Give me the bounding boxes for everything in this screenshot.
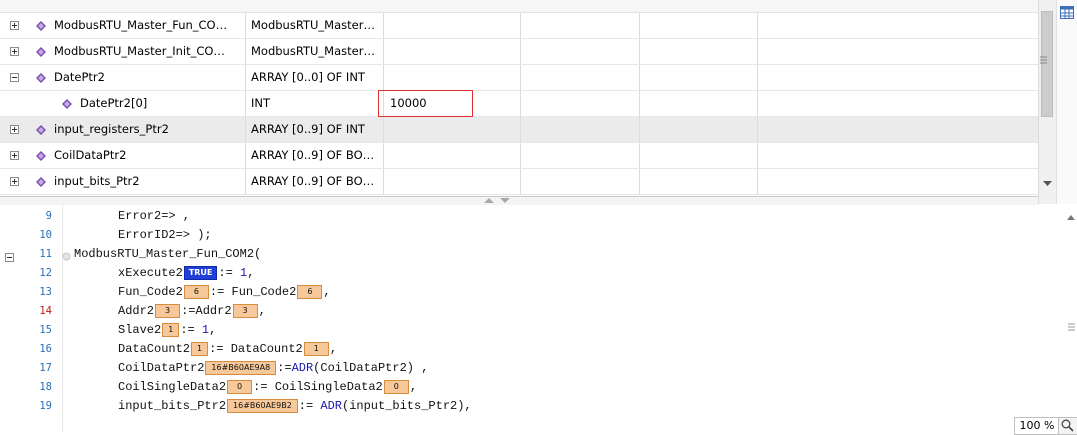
variable-icon <box>36 125 46 135</box>
line-number: 19 <box>39 400 52 412</box>
line-number: 9 <box>45 210 52 222</box>
variable-row[interactable]: ModbusRTU_Master_Init_CO… ModbusRTU_Mast… <box>0 39 1038 65</box>
monitor-value[interactable]: 3 <box>155 304 181 318</box>
fold-icon[interactable] <box>5 253 14 262</box>
expand-icon[interactable] <box>10 151 19 160</box>
prepared-value-field[interactable]: 10000 <box>378 90 473 117</box>
variable-type: ModbusRTU_Master… <box>246 13 384 38</box>
code-line: Error2=> , <box>118 209 191 223</box>
variable-type: INT <box>246 91 384 116</box>
variable-name: ModbusRTU_Master_Fun_CO… <box>54 18 228 32</box>
expand-icon[interactable] <box>10 125 19 134</box>
monitor-value[interactable]: 0 <box>383 380 409 394</box>
variable-watch-grid: ModbusRTU_Master_Fun_CO… ModbusRTU_Maste… <box>0 0 1038 204</box>
variable-icon <box>36 21 46 31</box>
expand-icon[interactable] <box>10 177 19 186</box>
line-number-gutter: 9 10 11 12 13 14 15 16 17 18 19 <box>0 205 63 432</box>
variable-value[interactable] <box>385 13 521 38</box>
grid-header-strip <box>0 0 1038 13</box>
variable-row[interactable]: input_bits_Ptr2 ARRAY [0..9] OF BO… <box>0 169 1038 195</box>
variable-name: DatePtr2[0] <box>80 96 148 110</box>
monitor-value[interactable]: 6 <box>297 285 323 299</box>
editor-scroll-up-icon[interactable] <box>1067 215 1075 221</box>
zoom-level[interactable]: 100 % <box>1014 417 1060 435</box>
monitor-value[interactable]: 1 <box>303 342 329 356</box>
line-number: 18 <box>39 381 52 393</box>
code-line: CoilDataPtr2 16#B60AE9A8:=ADR(CoilDataPtr… <box>118 361 429 376</box>
line-number: 13 <box>39 286 52 298</box>
monitor-value[interactable]: 1 <box>191 342 209 356</box>
variable-row[interactable]: DatePtr2[0] INT <box>0 91 1038 117</box>
line-number: 17 <box>39 362 52 374</box>
variable-icon <box>36 177 46 187</box>
code-line: input_bits_Ptr2 16#B60AE9B2:= ADR(input_b… <box>118 399 472 414</box>
monitor-value[interactable]: 0 <box>227 380 253 394</box>
code-line: ModbusRTU_Master_Fun_COM2( <box>74 247 262 261</box>
expand-icon[interactable] <box>10 21 19 30</box>
variable-value[interactable] <box>385 117 521 142</box>
scroll-down-icon[interactable] <box>1043 181 1052 187</box>
variable-type: ARRAY [0..9] OF BO… <box>246 169 384 194</box>
variable-name: input_bits_Ptr2 <box>54 174 140 188</box>
splitter-arrows-icon[interactable] <box>482 198 512 204</box>
code-line: Addr2 3:=Addr2 3, <box>118 304 266 319</box>
code-line: Fun_Code2 6:= Fun_Code2 6, <box>118 285 331 300</box>
variable-name: input_registers_Ptr2 <box>54 122 169 136</box>
code-line: Slave2 1:= 1, <box>118 323 217 338</box>
variable-type: ARRAY [0..0] OF INT <box>246 65 384 90</box>
line-number: 16 <box>39 343 52 355</box>
monitor-value[interactable]: 16#B60AE9B2 <box>227 399 298 413</box>
code-editor[interactable]: 9 10 11 12 13 14 15 16 17 18 19 Error2=>… <box>0 205 1077 432</box>
collapse-icon[interactable] <box>10 73 19 82</box>
monitor-value[interactable]: TRUE <box>183 266 218 280</box>
variable-row[interactable]: DatePtr2 ARRAY [0..0] OF INT <box>0 65 1038 91</box>
variable-row[interactable]: ModbusRTU_Master_Fun_CO… ModbusRTU_Maste… <box>0 13 1038 39</box>
line-number: 14 <box>39 305 52 317</box>
table-view-icon[interactable] <box>1060 6 1074 19</box>
code-line: CoilSingleData2 0:= CoilSingleData2 0, <box>118 380 418 395</box>
variable-type: ModbusRTU_Master… <box>246 39 384 64</box>
breakpoint-marker-icon[interactable] <box>62 252 71 261</box>
monitor-value[interactable]: 1 <box>162 323 180 337</box>
code-line: xExecute2 TRUE:= 1, <box>118 266 255 281</box>
monitor-value[interactable]: 3 <box>232 304 258 318</box>
variable-row[interactable]: input_registers_Ptr2 ARRAY [0..9] OF INT <box>0 117 1038 143</box>
line-number: 10 <box>39 229 52 241</box>
variable-value[interactable] <box>385 39 521 64</box>
variable-type: ARRAY [0..9] OF INT <box>246 117 384 142</box>
variable-icon <box>36 47 46 57</box>
variable-row[interactable]: CoilDataPtr2 ARRAY [0..9] OF BO… <box>0 143 1038 169</box>
variable-icon <box>36 151 46 161</box>
line-number: 15 <box>39 324 52 336</box>
grid-vertical-scrollbar[interactable] <box>1038 0 1056 204</box>
code-line: ErrorID2=> ); <box>118 228 212 242</box>
editor-grip-icon[interactable] <box>1068 323 1075 332</box>
variable-icon <box>36 73 46 83</box>
zoom-button[interactable] <box>1058 417 1077 435</box>
variable-value[interactable] <box>385 65 521 90</box>
monitor-value[interactable]: 6 <box>183 285 209 299</box>
variable-name: DatePtr2 <box>54 70 105 84</box>
variable-value[interactable] <box>385 169 521 194</box>
line-number: 11 <box>39 248 52 260</box>
variable-icon <box>62 99 72 109</box>
code-line: DataCount2 1:= DataCount2 1, <box>118 342 338 357</box>
variable-name: CoilDataPtr2 <box>54 148 127 162</box>
variable-type: ARRAY [0..9] OF BO… <box>246 143 384 168</box>
line-number: 12 <box>39 267 52 279</box>
grip-icon[interactable] <box>1040 56 1047 65</box>
variable-name: ModbusRTU_Master_Init_CO… <box>54 44 225 58</box>
monitor-value[interactable]: 16#B60AE9A8 <box>205 361 277 375</box>
expand-icon[interactable] <box>10 47 19 56</box>
variable-value[interactable] <box>385 143 521 168</box>
side-toolbar <box>1056 0 1077 204</box>
magnifier-icon <box>1061 419 1074 432</box>
